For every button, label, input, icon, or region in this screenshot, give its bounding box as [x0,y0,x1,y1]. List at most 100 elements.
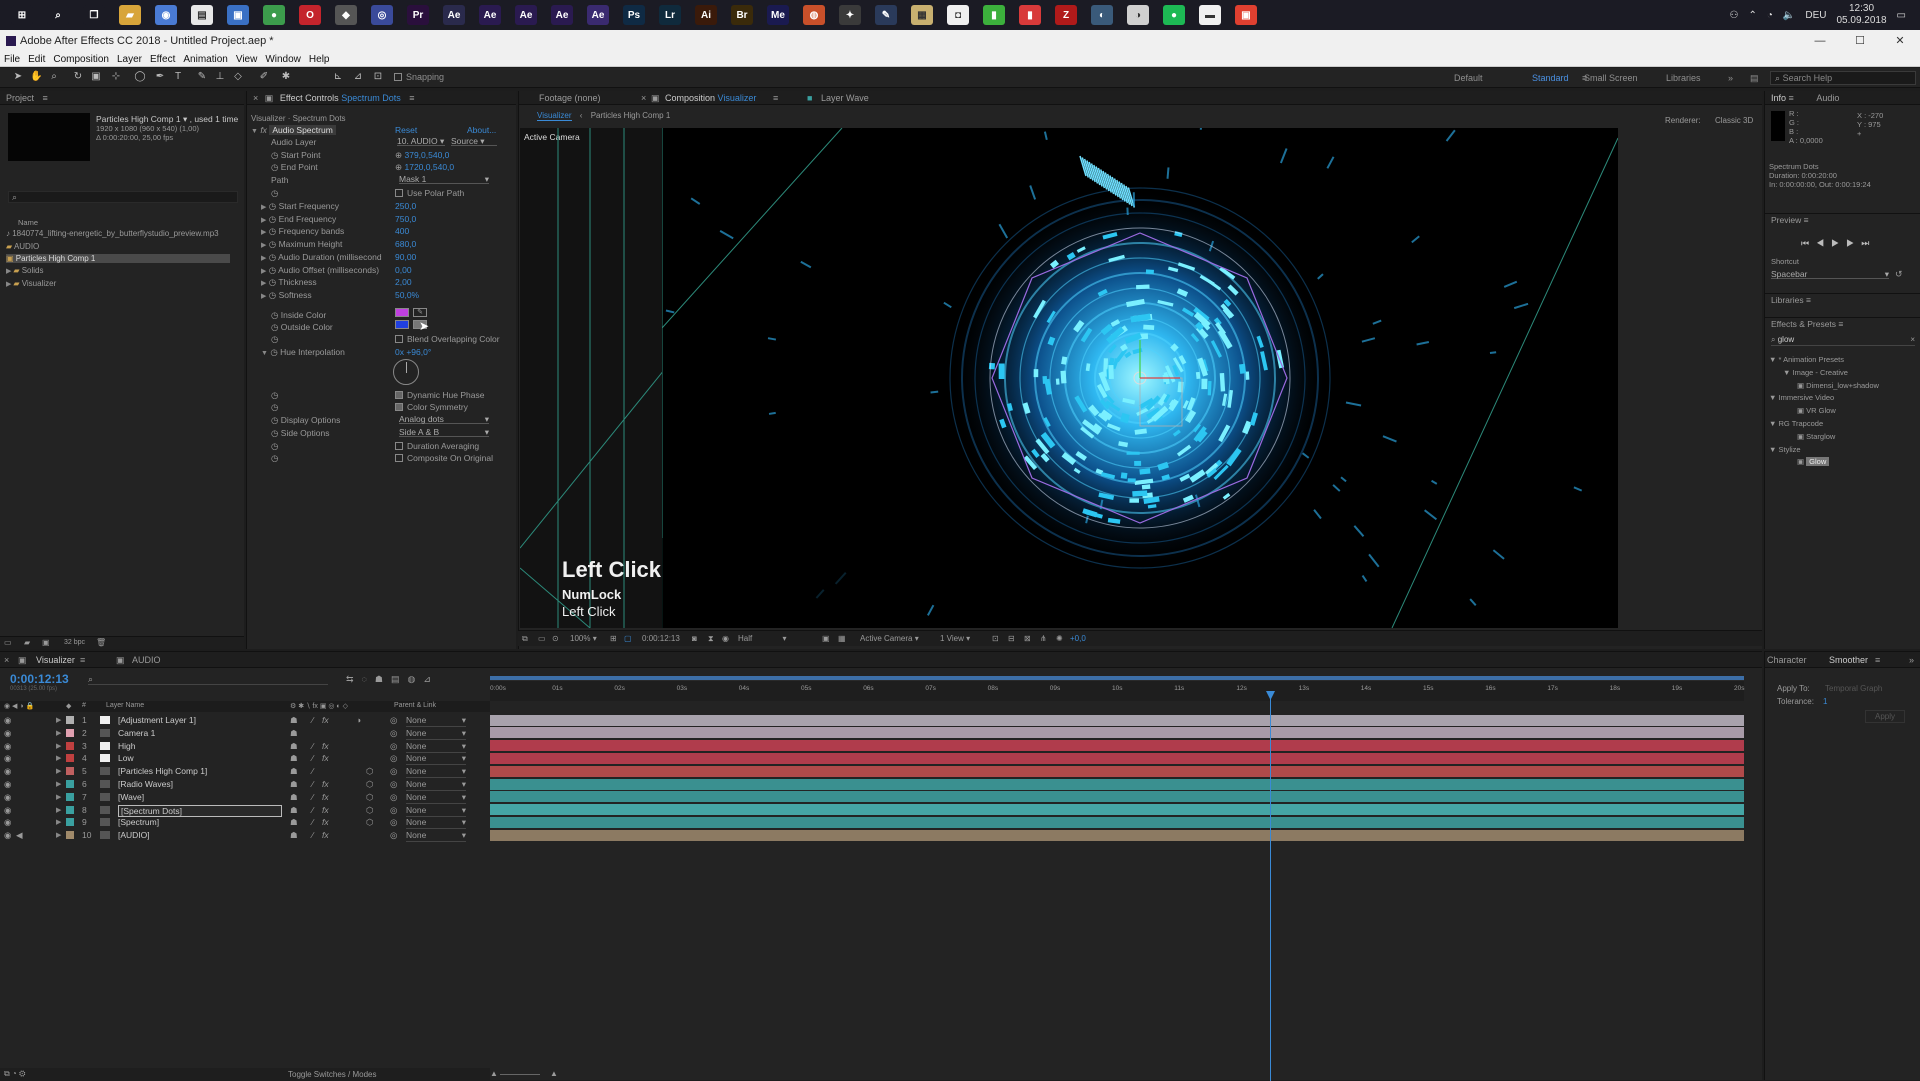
stopwatch-icon[interactable]: ◷ [269,277,276,287]
new-comp-icon[interactable]: ▣ [42,638,50,647]
outside-color-swatch[interactable] [395,320,409,329]
exposure-icon[interactable]: ✺ [1056,634,1063,643]
layer-duration-bar[interactable] [490,817,1744,828]
quality-switch-icon[interactable]: ∕ [312,779,313,789]
quality-switch-icon[interactable]: ∕ [312,817,313,827]
audio-duration-value[interactable]: 90,00 [395,252,416,262]
always-preview-icon[interactable]: ⧉ [522,634,528,644]
layer-label-color[interactable] [66,754,74,762]
menu-effect[interactable]: Effect [150,54,175,65]
effect-controls-tab[interactable]: Effect Controls [280,93,339,103]
time-ruler[interactable]: 0:00s01s02s03s04s05s06s07s08s09s10s11s12… [490,676,1744,701]
parent-select[interactable]: None▾ [406,766,466,778]
timeline-layer-row[interactable]: ◉▶1[Adjustment Layer 1]☗∕fx◑◎None▾ [0,714,490,726]
timeline-layer-row[interactable]: ◉▶7[Wave]☗∕fx⬡◎None▾ [0,791,490,803]
stopwatch-icon[interactable]: ◷ [269,226,276,236]
parent-pickwhip-icon[interactable]: ◎ [390,728,397,739]
project-item[interactable]: ▶ ▰ Solids [6,266,230,275]
disclosure-triangle-icon[interactable]: ▶ [261,242,266,249]
audio-offset-value[interactable]: 0,00 [395,265,412,275]
layer-duration-bar[interactable] [490,804,1744,815]
parent-select[interactable]: None▾ [406,753,466,765]
store-icon[interactable]: ▣ [227,5,249,25]
crosshair-icon[interactable]: ⊕ [395,150,402,160]
fast-previews-icon[interactable]: ▣ [822,634,830,643]
effects-switch-icon[interactable]: fx [322,779,329,789]
windows-start-icon[interactable]: ⊞ [11,5,33,25]
after-effects-icon-3[interactable]: Ae [551,5,573,25]
quality-switch-icon[interactable]: ∕ [312,830,313,840]
search-icon[interactable]: ⌕ [47,5,69,25]
layer-name[interactable]: Camera 1 [118,728,155,738]
start-frequency-value[interactable]: 250,0 [395,201,416,211]
app-icon-25[interactable]: ▦ [911,5,933,25]
layer-label-color[interactable] [66,806,74,814]
layer-label-color[interactable] [66,818,74,826]
parent-pickwhip-icon[interactable]: ◎ [390,753,397,764]
disclosure-triangle-icon[interactable]: ▶ [261,217,266,224]
app-icon-27[interactable]: ▮ [983,5,1005,25]
more-panels-icon[interactable]: » [1909,653,1914,667]
reset-icon[interactable]: ↺ [1895,269,1903,280]
shy-switch-icon[interactable]: ☗ [290,792,298,803]
stopwatch-icon[interactable]: ◷ [269,201,276,211]
smoother-tab[interactable]: Smoother [1829,653,1868,667]
audio-layer-select[interactable]: 10. AUDIO ▾ [397,136,445,146]
panel-menu-icon[interactable]: ≡ [43,93,48,103]
viewer-timecode[interactable]: 0:00:12:13 [642,634,680,643]
timeline-layer-row[interactable]: ◉◀▶10[AUDIO]☗∕fx◎None▾ [0,829,490,841]
close-button[interactable]: ✕ [1880,30,1920,52]
interpret-footage-icon[interactable]: ▭ [4,638,12,647]
shy-switch-icon[interactable]: ☗ [290,817,298,828]
type-tool-icon[interactable]: T [172,71,184,83]
layer-name[interactable]: [Spectrum] [118,817,159,827]
app-icon-10[interactable]: ◎ [371,5,393,25]
visibility-eye-icon[interactable]: ◉ [4,792,11,803]
effect-name[interactable]: Audio Spectrum [269,125,335,135]
after-effects-icon[interactable]: Ae [479,5,501,25]
snapshot-icon[interactable]: ◙ [692,634,697,643]
disclosure-triangle-icon[interactable]: ▶ [56,729,61,737]
stopwatch-icon[interactable]: ◷ [269,214,276,224]
shy-switch-icon[interactable]: ☗ [290,779,298,790]
frequency-bands-value[interactable]: 400 [395,226,409,236]
parent-select[interactable]: None▾ [406,779,466,791]
pixel-aspect-icon[interactable]: ⊡ [992,634,999,643]
premiere-icon[interactable]: Pr [407,5,429,25]
app-icon-2[interactable]: ◉ [155,5,177,25]
opera-icon[interactable]: O [299,5,321,25]
stopwatch-icon[interactable]: ◷ [271,150,278,160]
effects-switch-icon[interactable]: fx [322,715,329,725]
animate-icon[interactable]: Ae [443,5,465,25]
audio-speaker-icon[interactable]: ◀ [16,830,23,841]
layer-duration-bar[interactable] [490,830,1744,841]
timeline-layer-row[interactable]: ◉▶6[Radio Waves]☗∕fx⬡◎None▾ [0,778,490,790]
disclosure-triangle-icon[interactable]: ▶ [56,806,61,814]
parent-select[interactable]: None▾ [406,792,466,804]
workspace-layout-icon[interactable]: ▤ [1750,73,1759,84]
parent-pickwhip-icon[interactable]: ◎ [390,792,397,803]
timeline-search-field[interactable]: ⌕ [88,674,328,685]
disclosure-triangle-icon[interactable]: ▶ [56,780,61,788]
workspace-standard[interactable]: Standard [1532,73,1569,83]
shy-switch-icon[interactable]: ☗ [290,805,298,816]
disclosure-triangle-icon[interactable]: ▶ [261,204,266,211]
3d-layer-switch-icon[interactable]: ⬡ [366,805,373,816]
work-area-range[interactable] [490,676,1744,680]
effects-tree-item[interactable]: ▣ Starglow [1797,432,1835,441]
quality-switch-icon[interactable]: ∕ [312,715,313,725]
layer-label-color[interactable] [66,780,74,788]
lightroom-icon[interactable]: Lr [659,5,681,25]
effects-tree-item[interactable]: ▼ Immersive Video [1769,393,1834,402]
last-frame-icon[interactable]: ⏭ [1861,238,1876,248]
rotate-tool-icon[interactable]: ↻ [72,71,84,83]
layer-duration-bar[interactable] [490,779,1744,790]
clear-search-icon[interactable]: × [1910,335,1915,344]
stopwatch-icon[interactable]: ◷ [271,390,278,400]
shy-layers-icon[interactable]: ☗ [375,674,391,684]
3d-layer-switch-icon[interactable]: ⬡ [366,817,373,828]
panel-menu-icon[interactable]: ≡ [409,93,414,103]
parent-select[interactable]: None▾ [406,715,466,727]
project-item[interactable]: ♪ 1840774_lifting-energetic_by_butterfly… [6,229,230,238]
dropdown-arrow-icon[interactable]: ▾ [183,114,187,124]
